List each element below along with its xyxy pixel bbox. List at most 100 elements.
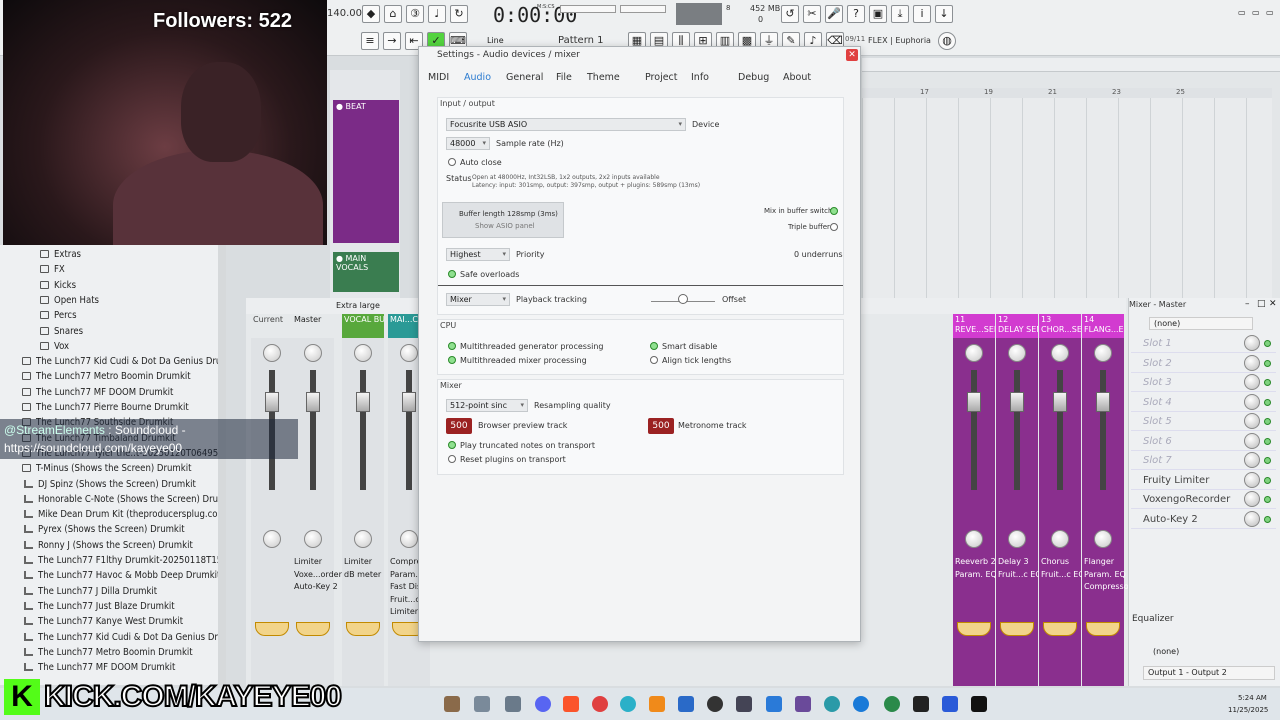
playlist-view-icon[interactable]: ≡ (361, 32, 379, 50)
fl-studio-icon[interactable] (649, 696, 665, 712)
browser-folder[interactable]: Snares (40, 324, 83, 339)
browser-file[interactable]: The Lunch77 F1lthy Drumkit-20250118T1544… (24, 553, 218, 568)
stereo-knob[interactable] (965, 530, 983, 548)
mixer-strip-header[interactable]: 13CHOR...SEND (1039, 314, 1081, 338)
openai-icon[interactable] (707, 696, 723, 712)
browser-file[interactable]: Mike Dean Drum Kit (theproducersplug.com… (24, 507, 218, 522)
mixer-strip[interactable]: Master Limiter Voxe...order Auto-Key 2 (292, 314, 342, 686)
mixer-strip-header[interactable]: Master (292, 314, 334, 338)
fader-handle[interactable] (306, 392, 320, 412)
fader-track[interactable] (360, 370, 366, 490)
globe-icon[interactable]: ◍ (938, 32, 956, 50)
slot-enable-icon[interactable] (1264, 476, 1271, 484)
tab-general[interactable]: General (506, 69, 543, 87)
slot-enable-icon[interactable] (1264, 515, 1271, 523)
slot-enable-icon[interactable] (1264, 437, 1271, 445)
browser-folder[interactable]: The Lunch77 Kid Cudi & Dot Da Genius Dru… (22, 354, 218, 369)
slot-enable-icon[interactable] (1264, 457, 1271, 464)
minimize-icon[interactable]: – (1245, 299, 1250, 309)
mixer-effect-label[interactable]: Flanger (1084, 556, 1114, 569)
mixer-slot[interactable]: Auto-Key 2 (1131, 510, 1276, 529)
slot-mix-knob[interactable] (1244, 452, 1260, 468)
offset-slider-thumb[interactable] (678, 294, 688, 304)
photos-icon[interactable] (942, 696, 958, 712)
slot-mix-knob[interactable] (1244, 432, 1260, 449)
browser-folder[interactable]: Extras (40, 247, 81, 262)
minimize-icon[interactable]: ▭ (1238, 8, 1246, 17)
browser-scrollbar[interactable] (218, 245, 226, 685)
mixer-effect-label[interactable]: dB meter (344, 569, 381, 582)
fader-handle[interactable] (402, 392, 416, 412)
route-icon[interactable] (1000, 622, 1034, 636)
close-app-icon[interactable]: ▭ (1266, 8, 1274, 17)
tools-icon[interactable]: ✂ (803, 5, 821, 23)
tab-file[interactable]: File (556, 69, 572, 87)
browser-folder[interactable]: FX (40, 262, 65, 277)
browser-folder[interactable]: Percs (40, 308, 77, 323)
mixer-effect-label[interactable]: Limiter (294, 556, 322, 569)
fader-track[interactable] (310, 370, 316, 490)
triple-buffer-radio[interactable] (830, 223, 838, 231)
slot-enable-icon[interactable] (1264, 418, 1271, 425)
browser-file[interactable]: Honorable C-Note (Shows the Screen) Drum… (24, 492, 218, 507)
stereo-knob[interactable] (1008, 530, 1026, 548)
maximize-icon[interactable]: ▭ (1252, 8, 1260, 17)
route-icon[interactable] (1043, 622, 1077, 636)
mixer-effect-label[interactable]: Reeverb 2 (955, 556, 996, 569)
mixer-strip[interactable]: 14FLANG...END FlangerParam. EQ 2Compresso… (1082, 314, 1133, 686)
file-explorer-icon[interactable] (474, 696, 490, 712)
master-volume-slider[interactable] (560, 5, 616, 13)
preview-track-stepper[interactable]: 500 (446, 418, 472, 434)
mixer-slot[interactable]: Slot 6 (1131, 432, 1276, 451)
stereo-knob[interactable] (1094, 530, 1112, 548)
tab-about[interactable]: About (783, 69, 811, 87)
fader-handle[interactable] (967, 392, 981, 412)
browser-file[interactable]: The Lunch77 Just Blaze Drumkit (24, 599, 175, 614)
buffer-length-button[interactable]: Buffer length 128smp (3ms) Show ASIO pan… (442, 202, 564, 238)
stereo-knob[interactable] (304, 530, 322, 548)
edge-icon[interactable] (620, 696, 636, 712)
pan-knob[interactable] (304, 344, 322, 362)
browser-file[interactable]: The Lunch77 J Dilla Drumkit (24, 584, 157, 599)
mixer-effect-label[interactable]: Voxe...order (294, 569, 342, 582)
browser-file[interactable]: Ronny J (Shows the Screen) Drumkit (24, 538, 193, 553)
fader-handle[interactable] (356, 392, 370, 412)
sample-rate-dropdown[interactable]: 48000 (446, 137, 490, 150)
mixer-strip[interactable]: 11REVE...SENDReeverb 2Param. EQ 2 (953, 314, 1004, 686)
fader-handle[interactable] (1096, 392, 1110, 412)
route-icon[interactable] (1086, 622, 1120, 636)
vscode-icon[interactable] (766, 696, 782, 712)
countdown-icon[interactable]: ③ (406, 5, 424, 23)
download-icon[interactable]: ↓ (935, 5, 953, 23)
stereo-knob[interactable] (400, 530, 418, 548)
mixer-effect-label[interactable]: Compressor (1084, 581, 1132, 594)
channel-main-vocals[interactable]: ● MAIN VOCALS (333, 252, 399, 292)
wait-input-icon[interactable]: ⌂ (384, 5, 402, 23)
route-icon[interactable] (296, 622, 330, 636)
mixer-effect-label[interactable]: Fast Dis (390, 581, 421, 594)
reset-plugins-radio[interactable] (448, 455, 456, 463)
tab-audio[interactable]: Audio (464, 69, 491, 87)
mixer-preset-dropdown[interactable]: (none) (1149, 317, 1253, 330)
browser-folder[interactable]: Kicks (40, 278, 76, 293)
settings-icon[interactable] (736, 696, 752, 712)
browser-file[interactable]: The Lunch77 Kanye West Drumkit (24, 614, 183, 629)
browser-folder[interactable]: The Lunch77 Metro Boomin Drumkit (22, 369, 191, 384)
mixer-strip-header[interactable]: 14FLANG...END (1082, 314, 1124, 338)
save-icon[interactable]: ▣ (869, 5, 887, 23)
mixer-effect-label[interactable]: Auto-Key 2 (294, 581, 338, 594)
slot-enable-icon[interactable] (1264, 496, 1271, 503)
slot-mix-knob[interactable] (1244, 354, 1260, 371)
slot-enable-icon[interactable] (1264, 379, 1271, 386)
browser-file[interactable]: The Lunch77 Havoc & Mobb Deep Drumkit (24, 568, 218, 583)
mixer-slot[interactable]: Slot 2 (1131, 354, 1276, 373)
notes-icon[interactable] (678, 696, 694, 712)
slot-mix-knob[interactable] (1244, 374, 1260, 390)
mixer-strip-header[interactable]: Current (251, 314, 293, 338)
loop-record-icon[interactable]: ↻ (450, 5, 468, 23)
mixer-strip-header[interactable]: VOCAL BUS (342, 314, 384, 338)
tab-project[interactable]: Project (645, 69, 678, 87)
mixer-effect-label[interactable]: Limiter (344, 556, 372, 569)
browser-folder[interactable]: The Lunch77 MF DOOM Drumkit (22, 385, 173, 400)
browser-app-icon[interactable] (853, 696, 869, 712)
